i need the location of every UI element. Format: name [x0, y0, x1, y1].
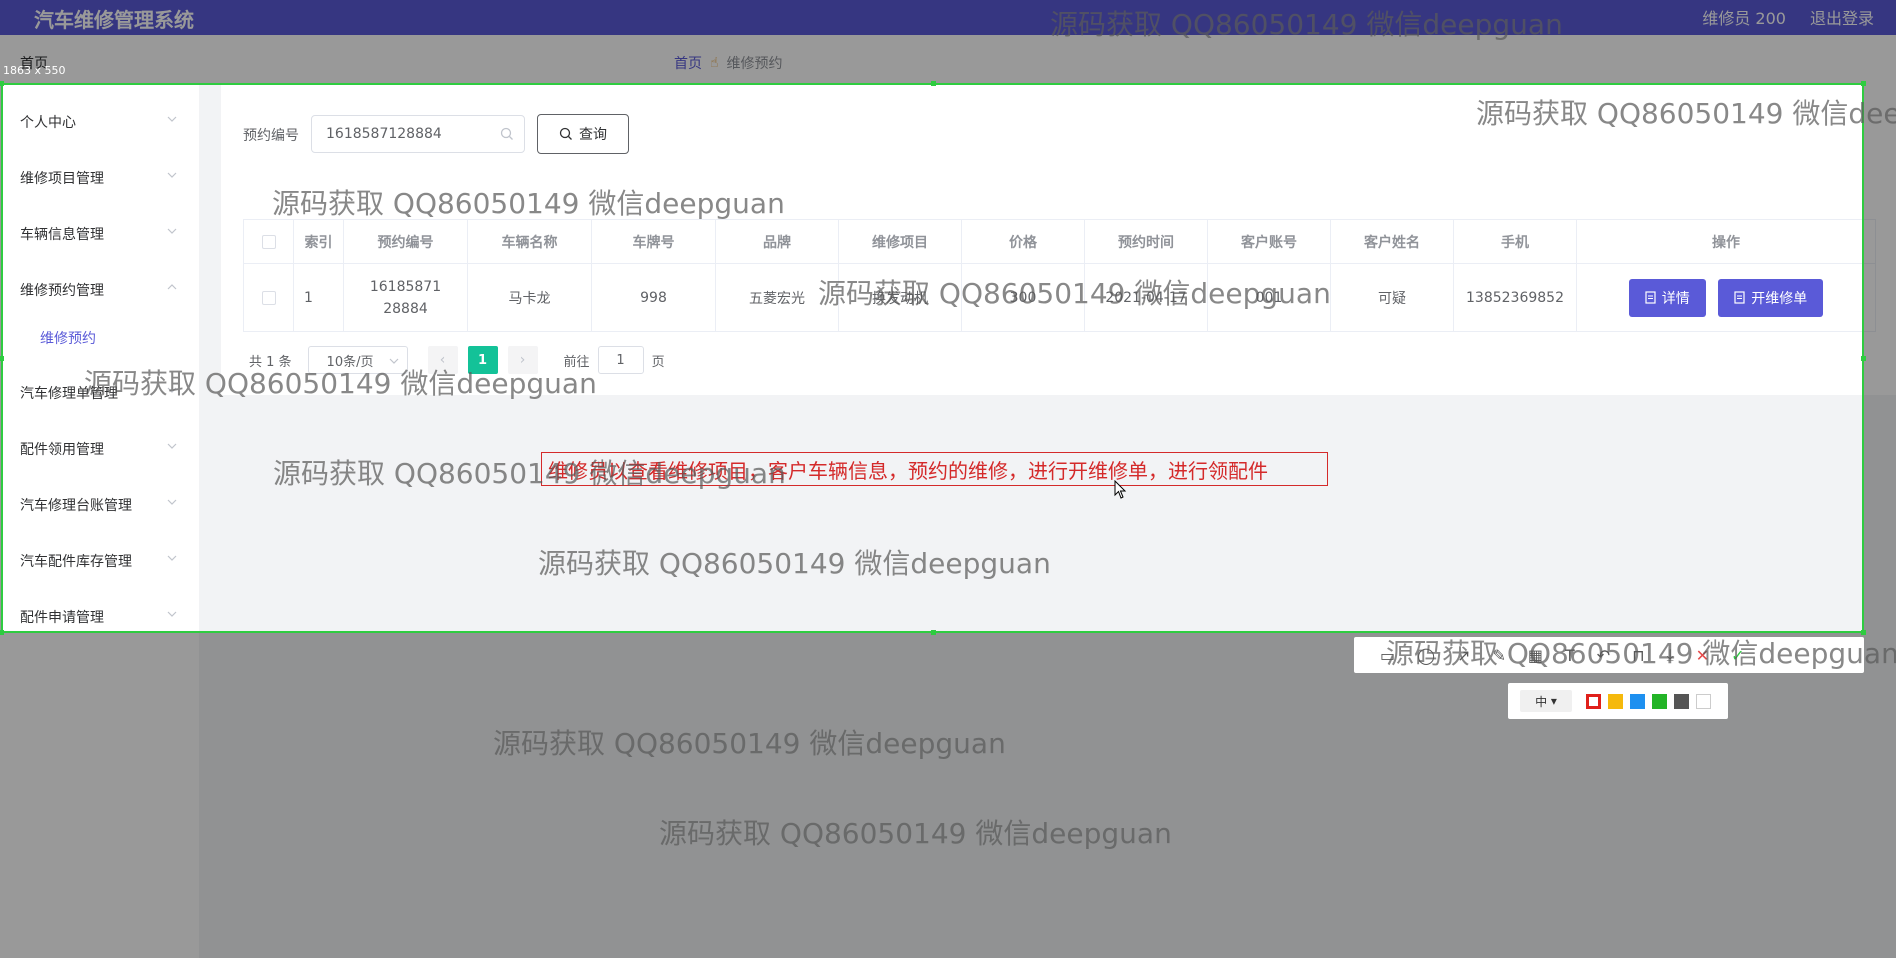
- color-swatch-yellow[interactable]: [1608, 693, 1623, 709]
- mouse-cursor-icon: [1114, 480, 1127, 499]
- color-palette: 中 ▾: [1508, 683, 1728, 719]
- resize-handle[interactable]: [0, 81, 4, 86]
- annotation-text-box[interactable]: 维修员以查看维修项目，客户车辆信息，预约的维修，进行开维修单，进行领配件: [541, 452, 1328, 486]
- pin-icon[interactable]: ⊓: [1632, 646, 1644, 665]
- selection-size-label: 1863 x 550: [3, 64, 66, 77]
- color-swatch-blue[interactable]: [1630, 693, 1645, 709]
- resize-handle[interactable]: [1861, 356, 1866, 361]
- resize-handle[interactable]: [931, 630, 936, 635]
- resize-handle[interactable]: [1861, 630, 1866, 635]
- color-swatch-green[interactable]: [1652, 693, 1667, 709]
- dim-overlay: [1864, 83, 1896, 633]
- resize-handle[interactable]: [0, 356, 4, 361]
- pen-tool-icon[interactable]: ✎: [1492, 646, 1505, 665]
- color-swatch-red[interactable]: [1586, 693, 1601, 709]
- close-icon[interactable]: ✕: [1696, 646, 1709, 665]
- download-icon[interactable]: ⤓: [1667, 645, 1674, 665]
- ellipse-tool-icon[interactable]: ◯: [1417, 646, 1435, 665]
- color-swatch-gray[interactable]: [1674, 693, 1689, 709]
- dim-overlay: [0, 0, 1896, 83]
- pen-size-select[interactable]: 中 ▾: [1520, 690, 1572, 712]
- resize-handle[interactable]: [931, 81, 936, 86]
- text-tool-icon[interactable]: T: [1565, 646, 1575, 665]
- pen-size-value: 中: [1535, 694, 1548, 709]
- selection-frame[interactable]: [0, 81, 1866, 635]
- mosaic-tool-icon[interactable]: ▦: [1528, 646, 1543, 665]
- resize-handle[interactable]: [1861, 81, 1866, 86]
- confirm-icon[interactable]: ✓: [1731, 646, 1744, 665]
- arrow-tool-icon[interactable]: ↗: [1457, 646, 1470, 665]
- dim-overlay: [0, 633, 1896, 958]
- undo-icon[interactable]: ↶: [1597, 646, 1610, 665]
- color-swatch-white[interactable]: [1696, 693, 1711, 709]
- resize-handle[interactable]: [0, 630, 4, 635]
- screenshot-toolbar: ▭ ◯ ↗ ✎ ▦ T ↶ ⊓ ⤓ ✕ ✓: [1354, 637, 1864, 673]
- rectangle-tool-icon[interactable]: ▭: [1380, 646, 1395, 665]
